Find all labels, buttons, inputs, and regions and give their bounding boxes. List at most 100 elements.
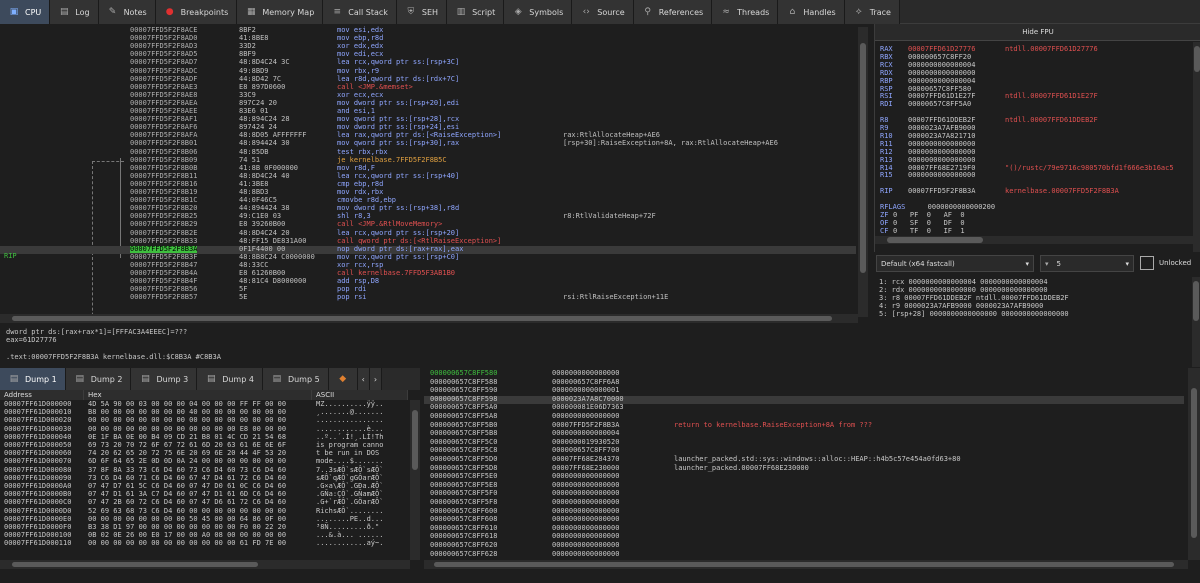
tab-dump-4[interactable]: ▤ Dump 4 bbox=[197, 368, 263, 390]
stack-row[interactable]: 000000657C8FF5B0 00007FFD5F2F8B3A return t… bbox=[424, 421, 1184, 430]
instruction-row[interactable]: 00007FFD5F2F8ACE 8BF2 mov esi,edx bbox=[0, 26, 856, 35]
instruction-row[interactable]: 00007FFD5F2F8B4F 48:81C4 D8000000 add rsp,… bbox=[0, 277, 856, 286]
register-comment: "()/rustc/79e9716c980570bfd1f666e3b16ac5 bbox=[1005, 163, 1174, 172]
stack-row[interactable]: 000000657C8FF608 0000000000000000 bbox=[424, 515, 1184, 524]
stack-row[interactable]: 000000657C8FF5B8 0000000000000004 bbox=[424, 429, 1184, 438]
scrollbar-thumb[interactable] bbox=[1191, 388, 1197, 538]
disassembly-view[interactable]: 00007FFD5F2F8ACE 8BF2 mov esi,edx 00007FFD5… bbox=[0, 25, 868, 323]
memory-map-icon: ▦ bbox=[247, 7, 256, 17]
stack-row[interactable]: 000000657C8FF5C0 0000000019930520 bbox=[424, 438, 1184, 447]
main-tab-bar: ▣ CPU ▤ Log ✎ Notes ● Breakpoints ▦ Memory Map ≡ Ca… bbox=[0, 0, 1200, 24]
disassembly-vscrollbar[interactable] bbox=[858, 27, 868, 317]
stack-row[interactable]: 000000657C8FF590 0000000000000001 bbox=[424, 386, 1184, 395]
instruction-row[interactable]: 00007FFD5F2F8B19 48:8BD3 mov rdx,rbx bbox=[0, 188, 856, 197]
scroll-right-button[interactable]: › bbox=[369, 368, 383, 390]
instruction-row[interactable]: 00007FFD5F2F8B20 44:894424 38 mov dword pt… bbox=[0, 204, 856, 213]
stack-hscrollbar[interactable] bbox=[424, 560, 1188, 569]
address-column-header[interactable]: Address bbox=[0, 390, 84, 400]
stack-row[interactable]: 000000657C8FF580 0000000000000000 bbox=[424, 369, 1184, 378]
scrollbar-thumb[interactable] bbox=[12, 562, 258, 567]
tab-call-stack[interactable]: ≡ Call Stack bbox=[323, 0, 397, 24]
instruction-row[interactable]: 00007FFD5F2F8B57 5E pop rsi rsi:RtlRaiseExc… bbox=[0, 293, 856, 302]
disassembly-hscrollbar[interactable] bbox=[0, 314, 858, 323]
stack-row[interactable]: 000000657C8FF588 000000657C8FF6A8 bbox=[424, 378, 1184, 387]
dump-vscrollbar[interactable] bbox=[410, 400, 420, 560]
stack-row[interactable]: 000000657C8FF628 0000000000000000 bbox=[424, 550, 1184, 559]
cpu-icon: ▣ bbox=[9, 7, 19, 17]
tab-dump-3[interactable]: ▤ Dump 3 bbox=[131, 368, 198, 390]
register-value[interactable]: 00000657C8FF5A0 bbox=[908, 100, 971, 109]
instruction-row[interactable]: 00007FFD5F2F8B01 48:894424 30 mov qword pt… bbox=[0, 140, 856, 148]
stack-vscrollbar[interactable] bbox=[1188, 368, 1200, 560]
stack-row[interactable]: 000000657C8FF5A0 000000081E06D7363 bbox=[424, 404, 1184, 412]
tab-script[interactable]: ▥ Script bbox=[447, 0, 505, 24]
tab-breakpoints[interactable]: ● Breakpoints bbox=[155, 0, 238, 24]
instruction-row[interactable]: 00007FFD5F2F8B16 41:3BE8 cmp ebp,r8d bbox=[0, 180, 856, 189]
arg-count-select[interactable]: ▾ 5 ▾ bbox=[1040, 255, 1134, 272]
hide-fpu-button[interactable]: Hide FPU bbox=[875, 24, 1200, 41]
scrollbar-thumb[interactable] bbox=[434, 562, 1174, 567]
dump-hscrollbar[interactable] bbox=[0, 560, 410, 569]
instruction-row[interactable]: 00007FFD5F2F8AD0 41:8BE8 mov ebp,r8d bbox=[0, 34, 856, 43]
instruction-row[interactable]: 00007FFD5F2F8B56 5F pop rdi bbox=[0, 285, 856, 294]
instruction-row[interactable]: 00007FFD5F2F8AEA 897C24 20 mov dword ptr s… bbox=[0, 99, 856, 108]
tab-dump-1[interactable]: ▤ Dump 1 bbox=[0, 368, 66, 390]
tab-symbols[interactable]: ◈ Symbols bbox=[504, 0, 573, 24]
instruction-row[interactable]: 00007FFD5F2F8AD7 48:8D4C24 3C lea rcx,qwor… bbox=[0, 59, 856, 67]
tab-dump-5[interactable]: ▤ Dump 5 bbox=[262, 368, 329, 390]
tab-notes[interactable]: ✎ Notes bbox=[98, 0, 156, 24]
scrollbar-thumb[interactable] bbox=[860, 43, 866, 273]
tab-seh[interactable]: ⛨ SEH bbox=[396, 0, 448, 24]
registers-hscrollbar[interactable] bbox=[875, 236, 1193, 244]
register-value[interactable]: 00007FFD5F2F8B3A bbox=[908, 187, 975, 196]
stack-row[interactable]: 000000657C8FF5F8 0000000000000000 bbox=[424, 498, 1184, 507]
scroll-left-button[interactable]: ‹ bbox=[357, 368, 370, 390]
stack-row[interactable]: 000000657C8FF598 0000023A7A8C70000 bbox=[424, 395, 1184, 404]
instruction-row[interactable]: 00007FFD5F2F8B3F 48:8B8C24 C0000000 mov rc… bbox=[0, 253, 856, 262]
dump-ascii[interactable]: ............aý~. bbox=[316, 540, 383, 548]
tab-source[interactable]: ‹› Source bbox=[572, 0, 634, 24]
stack-row[interactable]: 000000657C8FF5E0 0000000000000000 bbox=[424, 472, 1184, 481]
calling-convention-select[interactable]: Default (x64 fastcall) ▾ bbox=[876, 255, 1034, 272]
scrollbar-thumb[interactable] bbox=[12, 316, 832, 321]
scrollbar-thumb[interactable] bbox=[1194, 46, 1200, 72]
stack-row[interactable]: 000000657C8FF5F0 0000000000000000 bbox=[424, 490, 1184, 498]
register-value[interactable]: 0000000000000000 bbox=[908, 172, 975, 180]
scrollbar-thumb[interactable] bbox=[887, 237, 983, 243]
registers-vscrollbar[interactable] bbox=[1193, 42, 1200, 252]
stack-row[interactable]: 000000657C8FF618 0000000000000000 bbox=[424, 533, 1184, 541]
tab-log[interactable]: ▤ Log bbox=[50, 0, 99, 24]
tab-handles[interactable]: ⌂ Handles bbox=[778, 0, 845, 24]
instruction-row[interactable]: 00007FFD5F2F8B09 74 51 je kernelbase.7FFD5… bbox=[0, 156, 856, 165]
tab-threads[interactable]: ≈ Threads bbox=[712, 0, 779, 24]
instruction-row[interactable]: 00007FFD5F2F8AE3 E8 897D0600 call <JMP.&me… bbox=[0, 83, 856, 92]
instruction-row[interactable]: 00007FFD5F2F8ADF 44:8D42 7C lea r8d,qword … bbox=[0, 75, 856, 84]
unlocked-checkbox[interactable] bbox=[1140, 256, 1154, 270]
tab-cpu[interactable]: ▣ CPU bbox=[0, 0, 51, 24]
stack-row[interactable]: 000000657C8FF5D8 00007FF68E230000 launcher… bbox=[424, 464, 1184, 473]
scrollbar-thumb[interactable] bbox=[412, 410, 418, 470]
instruction-row[interactable]: 00007FFD5F2F8AD3 33D2 xor edx,edx bbox=[0, 42, 856, 51]
dump-hex[interactable]: 00 00 00 00 00 00 00 00 00 00 00 00 61 F… bbox=[88, 540, 286, 548]
hex-column-header[interactable]: Hex bbox=[84, 390, 312, 400]
stack-row[interactable]: 000000657C8FF5D0 00007FF68E284370 launcher… bbox=[424, 455, 1184, 464]
instruction-row[interactable]: 00007FFD5F2F8B4A E8 61260B00 call kernelba… bbox=[0, 269, 856, 278]
scrollbar-thumb[interactable] bbox=[1193, 281, 1199, 321]
tab-trace[interactable]: ⟡ Trace bbox=[844, 0, 900, 24]
ascii-column-header[interactable]: ASCII bbox=[312, 390, 408, 400]
tab-more[interactable]: ◆ bbox=[328, 368, 358, 390]
stack-row[interactable]: 000000657C8FF600 0000000000000000 bbox=[424, 507, 1184, 516]
breakpoint-icon: ● bbox=[165, 7, 174, 17]
tab-dump-2[interactable]: ▤ Dump 2 bbox=[65, 368, 132, 390]
register-value[interactable]: 0 TF 0 IF 1 bbox=[893, 227, 965, 236]
stack-row[interactable]: 000000657C8FF5A8 0000000000000000 bbox=[424, 412, 1184, 421]
stack-row[interactable]: 000000657C8FF620 0000000000000000 bbox=[424, 541, 1184, 550]
tab-references[interactable]: ⚲ References bbox=[633, 0, 713, 24]
stack-row[interactable]: 000000657C8FF610 0000000000000000 bbox=[424, 524, 1184, 533]
args-vscrollbar[interactable] bbox=[1192, 277, 1200, 367]
stack-view[interactable]: 000000657C8FF580 0000000000000000 00000065… bbox=[424, 368, 1200, 569]
dump-view[interactable]: Address Hex ASCII 00007FF61D000000 4D 5A … bbox=[0, 390, 420, 569]
stack-row[interactable]: 000000657C8FF5E8 0000000000000000 bbox=[424, 481, 1184, 490]
instruction-row[interactable]: 00007FFD5F2F8B11 48:8D4C24 40 lea rcx,qwor… bbox=[0, 172, 856, 181]
tab-memory-map[interactable]: ▦ Memory Map bbox=[237, 0, 324, 24]
